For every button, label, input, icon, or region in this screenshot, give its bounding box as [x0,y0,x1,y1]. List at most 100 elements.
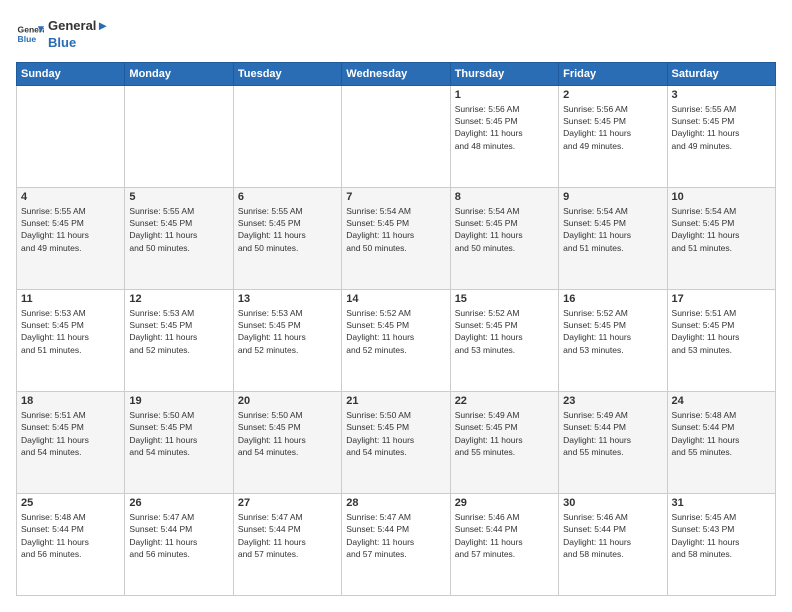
calendar-cell: 11 Sunrise: 5:53 AM Sunset: 5:45 PM Dayli… [17,289,125,391]
weekday-header: Monday [125,62,233,85]
logo-text: General► [48,18,109,35]
calendar-cell: 29Sunrise: 5:46 AM Sunset: 5:44 PM Dayli… [450,493,558,595]
day-number: 14 [346,293,445,305]
logo-subtext: Blue [48,35,109,52]
day-number: 24 [672,395,771,407]
calendar-table: SundayMondayTuesdayWednesdayThursdayFrid… [16,62,776,596]
calendar-cell: 16 Sunrise: 5:52 AM Sunset: 5:45 PM Dayli… [559,289,667,391]
calendar-week-row: 4 Sunrise: 5:55 AM Sunset: 5:45 PM Daylig… [17,187,776,289]
day-number: 20 [238,395,337,407]
day-info: Sunrise: 5:53 AM Sunset: 5:45 PM Dayligh… [129,307,228,356]
day-number: 11 [21,293,120,305]
calendar-cell: 17 Sunrise: 5:51 AM Sunset: 5:45 PM Dayli… [667,289,775,391]
day-number: 15 [455,293,554,305]
calendar-cell: 8 Sunrise: 5:54 AM Sunset: 5:45 PM Daylig… [450,187,558,289]
day-number: 28 [346,497,445,509]
day-number: 30 [563,497,662,509]
day-info: Sunrise: 5:52 AM Sunset: 5:45 PM Dayligh… [563,307,662,356]
calendar-cell: 3Sunrise: 5:55 AM Sunset: 5:45 PM Daylig… [667,85,775,187]
day-number: 1 [455,89,554,101]
day-number: 9 [563,191,662,203]
logo: General Blue General► Blue [16,16,109,52]
calendar-cell [17,85,125,187]
calendar-cell: 2Sunrise: 5:56 AM Sunset: 5:45 PM Daylig… [559,85,667,187]
day-number: 21 [346,395,445,407]
calendar-cell: 15 Sunrise: 5:52 AM Sunset: 5:45 PM Dayli… [450,289,558,391]
day-number: 23 [563,395,662,407]
day-info: Sunrise: 5:47 AM Sunset: 5:44 PM Dayligh… [238,511,337,560]
calendar-cell: 5 Sunrise: 5:55 AM Sunset: 5:45 PM Daylig… [125,187,233,289]
calendar-cell: 28 Sunrise: 5:47 AM Sunset: 5:44 PM Dayli… [342,493,450,595]
day-info: Sunrise: 5:53 AM Sunset: 5:45 PM Dayligh… [238,307,337,356]
day-info: Sunrise: 5:47 AM Sunset: 5:44 PM Dayligh… [129,511,228,560]
day-number: 26 [129,497,228,509]
day-info: Sunrise: 5:49 AM Sunset: 5:44 PM Dayligh… [563,409,662,458]
day-number: 29 [455,497,554,509]
calendar-cell: 7 Sunrise: 5:54 AM Sunset: 5:45 PM Daylig… [342,187,450,289]
page: General Blue General► Blue SundayMondayT… [0,0,792,612]
day-number: 2 [563,89,662,101]
day-number: 19 [129,395,228,407]
weekday-header-row: SundayMondayTuesdayWednesdayThursdayFrid… [17,62,776,85]
day-number: 16 [563,293,662,305]
day-info: Sunrise: 5:48 AM Sunset: 5:44 PM Dayligh… [672,409,771,458]
day-number: 7 [346,191,445,203]
day-info: Sunrise: 5:51 AM Sunset: 5:45 PM Dayligh… [21,409,120,458]
day-number: 5 [129,191,228,203]
day-info: Sunrise: 5:52 AM Sunset: 5:45 PM Dayligh… [346,307,445,356]
day-info: Sunrise: 5:50 AM Sunset: 5:45 PM Dayligh… [238,409,337,458]
day-info: Sunrise: 5:54 AM Sunset: 5:45 PM Dayligh… [346,205,445,254]
calendar-week-row: 25 Sunrise: 5:48 AM Sunset: 5:44 PM Dayli… [17,493,776,595]
day-info: Sunrise: 5:56 AM Sunset: 5:45 PM Dayligh… [455,103,554,152]
day-number: 27 [238,497,337,509]
calendar-week-row: 11 Sunrise: 5:53 AM Sunset: 5:45 PM Dayli… [17,289,776,391]
calendar-cell: 19 Sunrise: 5:50 AM Sunset: 5:45 PM Dayli… [125,391,233,493]
calendar-cell: 12 Sunrise: 5:53 AM Sunset: 5:45 PM Dayli… [125,289,233,391]
calendar-cell: 21 Sunrise: 5:50 AM Sunset: 5:45 PM Dayli… [342,391,450,493]
calendar-cell: 18Sunrise: 5:51 AM Sunset: 5:45 PM Dayli… [17,391,125,493]
weekday-header: Tuesday [233,62,341,85]
day-info: Sunrise: 5:48 AM Sunset: 5:44 PM Dayligh… [21,511,120,560]
day-number: 8 [455,191,554,203]
day-number: 25 [21,497,120,509]
calendar-cell: 20 Sunrise: 5:50 AM Sunset: 5:45 PM Dayli… [233,391,341,493]
weekday-header: Wednesday [342,62,450,85]
day-info: Sunrise: 5:51 AM Sunset: 5:45 PM Dayligh… [672,307,771,356]
day-info: Sunrise: 5:55 AM Sunset: 5:45 PM Dayligh… [129,205,228,254]
day-number: 17 [672,293,771,305]
calendar-cell: 1 Sunrise: 5:56 AM Sunset: 5:45 PM Daylig… [450,85,558,187]
day-info: Sunrise: 5:55 AM Sunset: 5:45 PM Dayligh… [238,205,337,254]
calendar-cell: 14 Sunrise: 5:52 AM Sunset: 5:45 PM Dayli… [342,289,450,391]
calendar-cell: 26 Sunrise: 5:47 AM Sunset: 5:44 PM Dayli… [125,493,233,595]
calendar-cell [233,85,341,187]
day-info: Sunrise: 5:52 AM Sunset: 5:45 PM Dayligh… [455,307,554,356]
day-number: 13 [238,293,337,305]
day-number: 4 [21,191,120,203]
day-info: Sunrise: 5:53 AM Sunset: 5:45 PM Dayligh… [21,307,120,356]
day-info: Sunrise: 5:50 AM Sunset: 5:45 PM Dayligh… [346,409,445,458]
calendar-cell: 27 Sunrise: 5:47 AM Sunset: 5:44 PM Dayli… [233,493,341,595]
day-number: 10 [672,191,771,203]
calendar-week-row: 18Sunrise: 5:51 AM Sunset: 5:45 PM Dayli… [17,391,776,493]
day-number: 3 [672,89,771,101]
calendar-cell: 10 Sunrise: 5:54 AM Sunset: 5:45 PM Dayli… [667,187,775,289]
day-info: Sunrise: 5:54 AM Sunset: 5:45 PM Dayligh… [455,205,554,254]
day-number: 22 [455,395,554,407]
day-number: 12 [129,293,228,305]
calendar-cell: 22Sunrise: 5:49 AM Sunset: 5:45 PM Dayli… [450,391,558,493]
calendar-cell: 30 Sunrise: 5:46 AM Sunset: 5:44 PM Dayli… [559,493,667,595]
weekday-header: Sunday [17,62,125,85]
day-info: Sunrise: 5:46 AM Sunset: 5:44 PM Dayligh… [563,511,662,560]
weekday-header: Friday [559,62,667,85]
header: General Blue General► Blue [16,16,776,52]
calendar-week-row: 1 Sunrise: 5:56 AM Sunset: 5:45 PM Daylig… [17,85,776,187]
day-number: 6 [238,191,337,203]
calendar-cell [125,85,233,187]
day-info: Sunrise: 5:50 AM Sunset: 5:45 PM Dayligh… [129,409,228,458]
day-info: Sunrise: 5:54 AM Sunset: 5:45 PM Dayligh… [563,205,662,254]
day-info: Sunrise: 5:47 AM Sunset: 5:44 PM Dayligh… [346,511,445,560]
svg-text:Blue: Blue [18,34,37,44]
day-info: Sunrise: 5:54 AM Sunset: 5:45 PM Dayligh… [672,205,771,254]
calendar-cell [342,85,450,187]
calendar-cell: 13 Sunrise: 5:53 AM Sunset: 5:45 PM Dayli… [233,289,341,391]
